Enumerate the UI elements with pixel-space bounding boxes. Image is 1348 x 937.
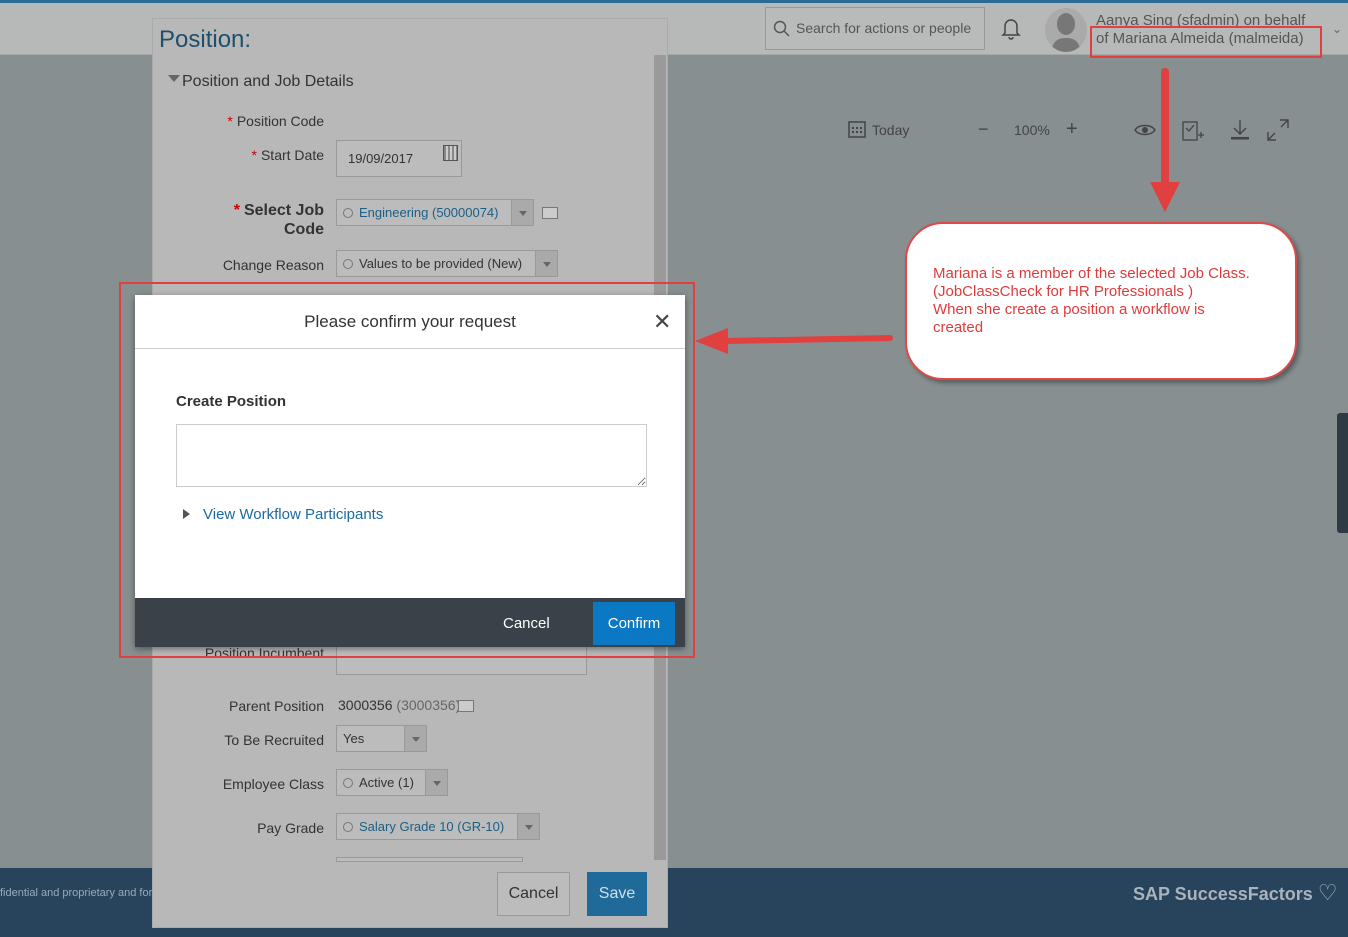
cancel-button[interactable]: Cancel (497, 872, 570, 916)
dropdown-arrow-icon (404, 726, 426, 751)
search-icon (773, 20, 790, 37)
pay-grade-label: Pay Grade (257, 820, 324, 836)
pay-grade-select[interactable]: Salary Grade 10 (GR-10) (336, 813, 540, 840)
search-icon (343, 259, 353, 269)
side-panel-tab[interactable] (1337, 413, 1348, 533)
dropdown-arrow-icon (425, 770, 447, 795)
annotation-callout: Mariana is a member of the selected Job … (905, 222, 1297, 380)
bell-icon[interactable] (1000, 16, 1022, 43)
start-date-input[interactable]: 19/09/2017 (336, 140, 462, 177)
dropdown-arrow-icon (517, 814, 539, 839)
job-code-select[interactable]: Engineering (50000074) (336, 199, 534, 226)
next-field-select[interactable] (336, 857, 523, 862)
to-be-recruited-label: To Be Recruited (224, 732, 324, 748)
job-code-label: * Select Job Code (233, 202, 324, 238)
dropdown-arrow-icon (535, 251, 557, 276)
heart-icon: ♡ (1317, 880, 1338, 905)
fullscreen-icon[interactable] (1267, 119, 1289, 144)
position-code-label: * Position Code (227, 113, 324, 129)
parent-position-value: 3000356 (3000356) (338, 697, 461, 713)
dropdown-arrow-icon (511, 200, 533, 225)
download-icon[interactable] (1230, 119, 1250, 144)
footer-text: fidential and proprietary and for (0, 887, 153, 899)
search-input[interactable]: Search for actions or people (765, 7, 985, 50)
details-card-icon[interactable] (458, 700, 474, 712)
change-reason-select[interactable]: Values to be provided (New) (336, 250, 558, 277)
search-icon (343, 822, 353, 832)
section-position-job-details[interactable]: Position and Job Details (168, 73, 354, 91)
annotation-highlight-box (1090, 26, 1322, 58)
employee-class-label: Employee Class (222, 776, 324, 792)
chevron-down-icon[interactable]: ⌄ (1332, 22, 1342, 36)
avatar[interactable] (1045, 8, 1087, 52)
section-title: Position and Job Details (182, 73, 354, 90)
triangle-down-icon (168, 75, 180, 88)
annotation-highlight-box (119, 282, 695, 658)
to-be-recruited-select[interactable]: Yes (336, 725, 427, 752)
search-icon (343, 208, 353, 218)
page-title: Position: (159, 26, 252, 53)
employee-class-select[interactable]: Active (1) (336, 769, 448, 796)
details-card-icon[interactable] (542, 207, 558, 219)
sap-successfactors-logo: SAP SuccessFactors ♡ (1133, 880, 1338, 905)
calendar-icon (443, 145, 458, 161)
search-icon (343, 778, 353, 788)
save-button[interactable]: Save (587, 872, 647, 916)
change-reason-label: Change Reason (222, 257, 324, 273)
search-placeholder: Search for actions or people (796, 20, 972, 36)
parent-position-label: Parent Position (229, 698, 324, 714)
start-date-label: * Start Date (251, 147, 324, 163)
